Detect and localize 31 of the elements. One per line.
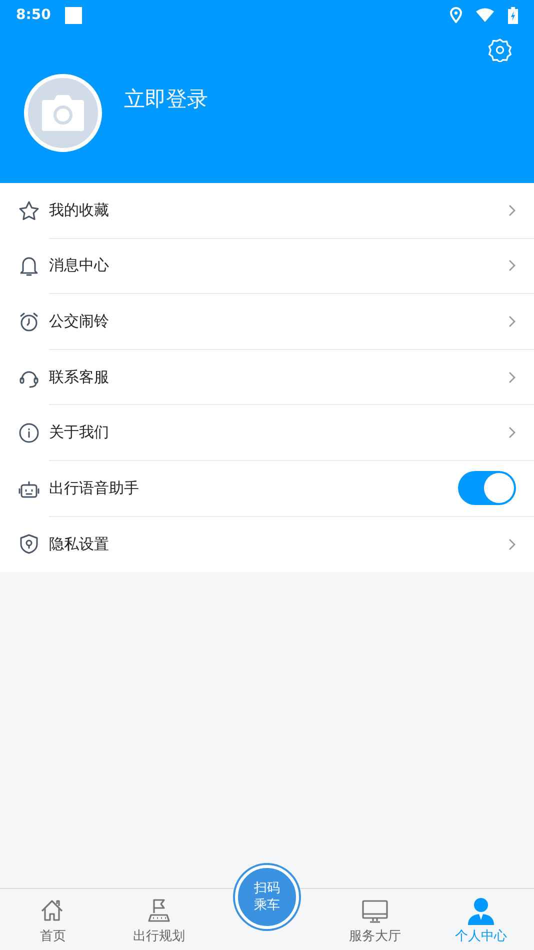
tab-bar-item[interactable]: 出行规划: [106, 889, 212, 950]
chevron-right-icon: [508, 259, 516, 272]
person-icon: [466, 897, 496, 925]
chevron-right-icon: [508, 538, 516, 551]
menu-item-label[interactable]: 隐私设置: [49, 534, 508, 554]
shield-icon: [18, 533, 40, 556]
menu-item-label[interactable]: 消息中心: [49, 256, 508, 276]
alarm-clock-icon: [18, 310, 40, 333]
wifi-icon: [476, 8, 494, 22]
notification-icon: [64, 6, 82, 24]
monitor-icon: [360, 897, 390, 925]
chevron-right-icon: [508, 204, 516, 217]
menu-item-label[interactable]: 我的收藏: [49, 200, 508, 220]
tab-bar-item[interactable]: 服务大厅: [322, 889, 428, 950]
menu-item-label[interactable]: 关于我们: [49, 423, 508, 442]
status-time: 8:50: [16, 7, 51, 23]
battery-icon: [508, 6, 518, 24]
voice-assistant-switch[interactable]: [458, 471, 516, 506]
location-icon: [450, 7, 462, 23]
menu-item-label[interactable]: 公交闹铃: [49, 312, 508, 331]
tab-bar-item[interactable]: 首页: [0, 889, 106, 950]
star-icon: [18, 200, 40, 222]
chevron-right-icon: [508, 370, 516, 384]
info-icon: [18, 422, 40, 444]
settings-icon[interactable]: [488, 38, 512, 62]
camera-icon: [41, 94, 85, 132]
chevron-right-icon: [508, 426, 516, 440]
chevron-right-icon: [508, 314, 516, 328]
menu-item-label[interactable]: 联系客服: [49, 368, 508, 387]
menu-item-label[interactable]: 出行语音助手: [49, 478, 458, 498]
bell-icon: [18, 255, 40, 278]
